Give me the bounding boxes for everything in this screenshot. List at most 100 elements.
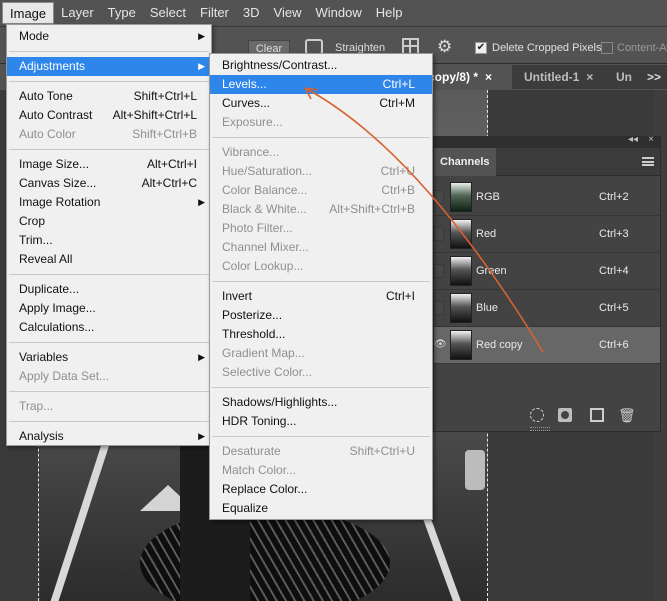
channel-name: Blue [476,302,499,314]
menu-item-analysis[interactable]: Analysis ▶ [7,427,211,446]
menu-separator [9,149,209,150]
menu-layer[interactable]: Layer [54,2,101,24]
menu-item-canvas-size[interactable]: Canvas Size... Alt+Ctrl+C [7,174,211,193]
menu-separator [9,274,209,275]
menu-item-label: Variables [19,350,69,364]
content-aware-checkbox[interactable] [601,42,613,54]
menu-item-shortcut: Alt+Shift+Ctrl+B [329,202,415,216]
adjustments-submenu: Brightness/Contrast... Levels... Ctrl+L Cur… [209,53,433,520]
menu-item-levels[interactable]: Levels... Ctrl+L [210,75,432,94]
channel-row-red-copy[interactable]: 👁 Red copy Ctrl+6 [434,327,660,364]
collapse-icon[interactable]: ◂◂ [628,134,638,145]
trash-icon[interactable]: 🗑 [618,408,636,422]
menu-item-invert[interactable]: Invert Ctrl+I [210,287,432,306]
visibility-toggle[interactable] [434,301,444,315]
menu-type[interactable]: Type [101,2,143,24]
menu-item-calculations[interactable]: Calculations... [7,318,211,337]
menu-item-label: Invert [222,289,253,303]
new-channel-icon[interactable] [590,408,604,422]
menu-item-duplicate[interactable]: Duplicate... [7,280,211,299]
tab-un[interactable]: Un [608,65,638,89]
menu-select[interactable]: Select [143,2,193,24]
close-icon[interactable]: × [648,134,654,145]
channel-row-green[interactable]: Green Ctrl+4 [434,253,660,290]
eye-icon[interactable]: 👁 [434,336,447,354]
menu-item-label: Canvas Size... [19,176,97,190]
menu-separator [9,391,209,392]
menu-item-black-white: Black & White... Alt+Shift+Ctrl+B [210,200,432,219]
menu-item-trim[interactable]: Trim... [7,231,211,250]
menu-item-shortcut: Ctrl+U [380,164,415,178]
menu-item-shadows-highlights[interactable]: Shadows/Highlights... [210,393,432,412]
menu-3d[interactable]: 3D [236,2,267,24]
menu-separator [212,436,430,437]
resize-grip[interactable] [530,427,550,431]
close-icon[interactable]: × [485,70,492,84]
visibility-toggle[interactable] [434,227,444,241]
channel-shortcut: Ctrl+6 [599,339,629,351]
menu-item-replace-color[interactable]: Replace Color... [210,480,432,499]
menu-separator [9,51,209,52]
tab-channels[interactable]: Channels [434,148,496,176]
menu-item-shortcut: Ctrl+B [381,183,415,197]
menu-item-adjustments[interactable]: Adjustments ▶ [7,57,211,76]
submenu-arrow-icon: ▶ [198,31,205,41]
road-line [50,420,118,601]
menu-item-apply-image[interactable]: Apply Image... [7,299,211,318]
menu-item-label: Calculations... [19,320,95,334]
channel-name: Red copy [476,339,523,351]
visibility-toggle[interactable] [434,264,444,278]
menu-item-label: Adjustments [19,59,86,73]
menu-item-label: Mode [19,29,50,43]
menu-item-variables[interactable]: Variables ▶ [7,348,211,367]
channel-row-blue[interactable]: Blue Ctrl+5 [434,290,660,327]
menu-item-brightness-contrast[interactable]: Brightness/Contrast... [210,56,432,75]
channel-thumbnail [450,219,472,249]
delete-cropped-checkbox[interactable]: ✔ [475,42,487,54]
close-icon[interactable]: × [586,70,593,84]
load-selection-icon[interactable] [530,408,544,422]
menu-item-equalize[interactable]: Equalize [210,499,432,518]
channel-row-red[interactable]: Red Ctrl+3 [434,216,660,253]
menu-separator [9,342,209,343]
panel-menu-icon[interactable] [642,157,654,166]
menu-item-label: Threshold... [222,327,286,341]
menu-item-label: Color Lookup... [222,259,304,273]
menu-item-image-rotation[interactable]: Image Rotation ▶ [7,193,211,212]
menu-item-image-size[interactable]: Image Size... Alt+Ctrl+I [7,155,211,174]
menu-help[interactable]: Help [369,2,410,24]
menu-item-auto-contrast[interactable]: Auto Contrast Alt+Shift+Ctrl+L [7,106,211,125]
menu-item-label: Trap... [19,399,54,413]
menu-item-curves[interactable]: Curves... Ctrl+M [210,94,432,113]
menu-item-label: Posterize... [222,308,283,322]
gear-icon[interactable]: ⚙ [437,38,452,55]
image-menu: Mode ▶ Adjustments ▶ Auto Tone Shift+Ctrl+L Au… [6,24,212,446]
menu-item-posterize[interactable]: Posterize... [210,306,432,325]
menu-item-mode[interactable]: Mode ▶ [7,27,211,46]
menu-filter[interactable]: Filter [193,2,236,24]
menu-item-apply-data-set: Apply Data Set... [7,367,211,386]
menu-item-hue-saturation: Hue/Saturation... Ctrl+U [210,162,432,181]
menu-item-label: Channel Mixer... [222,240,309,254]
channel-row-rgb[interactable]: RGB Ctrl+2 [434,179,660,216]
menu-item-hdr-toning[interactable]: HDR Toning... [210,412,432,431]
tab-untitled-1[interactable]: Untitled-1 × [516,65,608,89]
menu-view[interactable]: View [267,2,309,24]
menu-item-reveal-all[interactable]: Reveal All [7,250,211,269]
menu-item-crop[interactable]: Crop [7,212,211,231]
menu-item-desaturate: Desaturate Shift+Ctrl+U [210,442,432,461]
manhole-grate [140,508,390,601]
tabs-overflow-icon[interactable]: >> [647,65,661,89]
menu-item-shortcut: Shift+Ctrl+U [349,444,415,458]
menu-image[interactable]: Image [2,2,55,24]
save-selection-icon[interactable] [558,408,572,422]
channels-panel: ◂◂ × Channels RGB Ctrl+2 Red Ctrl+3 Green Ctr… [433,134,661,432]
menu-separator [9,421,209,422]
menu-item-auto-tone[interactable]: Auto Tone Shift+Ctrl+L [7,87,211,106]
visibility-toggle[interactable] [434,190,444,204]
menu-item-threshold[interactable]: Threshold... [210,325,432,344]
channel-name: Green [476,265,507,277]
tab-active-document[interactable]: copy/8) * × [420,65,512,89]
menu-item-label: Color Balance... [222,183,308,197]
menu-window[interactable]: Window [308,2,368,24]
